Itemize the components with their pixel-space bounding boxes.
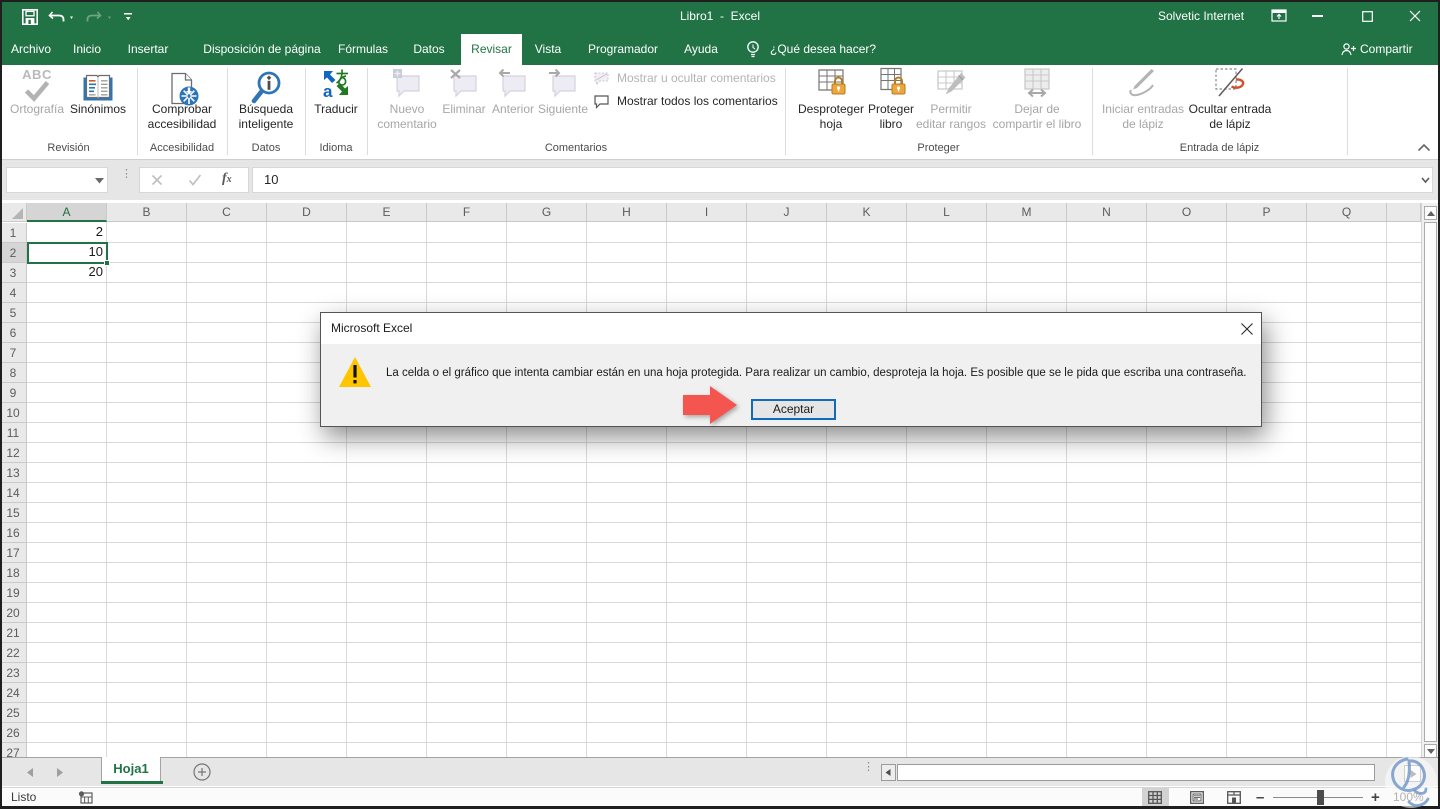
svg-text:a: a — [323, 82, 333, 98]
